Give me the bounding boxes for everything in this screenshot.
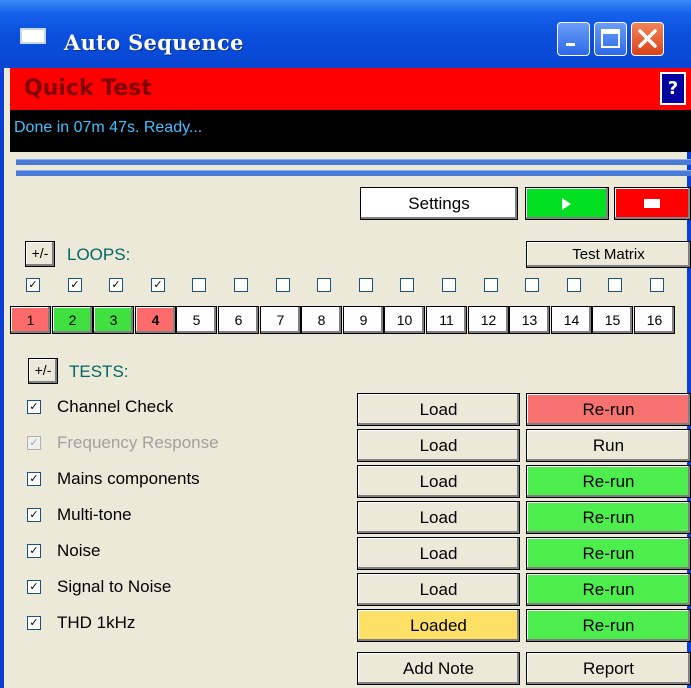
load-button[interactable]: Load (357, 393, 520, 426)
loop-button[interactable]: 1 (10, 306, 51, 334)
rerun-button[interactable]: Run (526, 429, 691, 462)
loop-button[interactable]: 5 (176, 306, 217, 334)
maximize-icon (601, 29, 620, 48)
loop-checkbox[interactable] (234, 278, 248, 292)
loop-button[interactable]: 10 (384, 306, 425, 334)
loop-checkbox[interactable]: ✓ (151, 278, 165, 292)
run-button[interactable] (525, 187, 609, 220)
load-button[interactable]: Load (357, 429, 520, 462)
loop-checkbox[interactable] (525, 278, 539, 292)
loop-button[interactable]: 16 (634, 306, 675, 334)
loop-button[interactable]: 2 (52, 306, 93, 334)
loop-button[interactable]: 9 (343, 306, 384, 334)
report-button[interactable]: Report (526, 652, 691, 685)
test-checkbox[interactable]: ✓ (27, 580, 41, 594)
play-icon (562, 198, 571, 210)
loop-checkbox[interactable] (567, 278, 581, 292)
minimize-button[interactable] (557, 22, 590, 56)
progress-bar-loop (16, 159, 691, 165)
window-icon (20, 28, 46, 44)
loop-checkbox[interactable] (276, 278, 290, 292)
test-name: Channel Check (57, 397, 174, 416)
close-button[interactable] (631, 22, 664, 56)
rerun-button[interactable]: Re-run (526, 465, 691, 498)
rerun-button[interactable]: Re-run (526, 609, 691, 642)
minimize-icon (566, 43, 575, 46)
test-checkbox[interactable]: ✓ (27, 472, 41, 486)
loop-button[interactable]: 11 (426, 306, 467, 334)
loop-button[interactable]: 8 (301, 306, 342, 334)
loop-button[interactable]: 15 (592, 306, 633, 334)
test-name: THD 1kHz (57, 613, 136, 632)
test-matrix-button[interactable]: Test Matrix (526, 241, 691, 268)
sequence-title: Quick Test (24, 76, 152, 101)
progress-bar-test (16, 170, 691, 176)
loop-checkbox[interactable]: ✓ (68, 278, 82, 292)
loop-button[interactable]: 7 (260, 306, 301, 334)
test-name: Multi-tone (57, 505, 132, 524)
test-checkbox[interactable]: ✓ (27, 544, 41, 558)
loop-checkbox[interactable] (192, 278, 206, 292)
tests-toggle-button[interactable]: +/- (28, 358, 58, 384)
close-icon (638, 29, 657, 48)
test-name: Frequency Response (57, 433, 219, 452)
test-name: Noise (57, 541, 101, 560)
window: Auto Sequence Quick Test ? Done in 07m 4… (0, 0, 691, 688)
loop-button[interactable]: 13 (509, 306, 550, 334)
test-checkbox[interactable]: ✓ (27, 400, 41, 414)
help-button[interactable]: ? (660, 72, 686, 105)
loop-checkbox[interactable] (650, 278, 664, 292)
window-title: Auto Sequence (64, 30, 244, 55)
load-button[interactable]: Load (357, 537, 520, 570)
test-name: Mains components (57, 469, 200, 488)
loop-checkbox[interactable] (484, 278, 498, 292)
loop-checkbox[interactable]: ✓ (26, 278, 40, 292)
rerun-button[interactable]: Re-run (526, 537, 691, 570)
title-bar[interactable]: Auto Sequence (0, 0, 691, 68)
loops-label: LOOPS: (67, 245, 131, 264)
test-checkbox[interactable]: ✓ (27, 508, 41, 522)
loop-checkbox[interactable] (400, 278, 414, 292)
loop-button[interactable]: 14 (551, 306, 592, 334)
load-button[interactable]: Load (357, 501, 520, 534)
loop-checkbox[interactable] (608, 278, 622, 292)
rerun-button[interactable]: Re-run (526, 393, 691, 426)
test-name: Signal to Noise (57, 577, 172, 596)
add-note-button[interactable]: Add Note (357, 652, 520, 685)
loop-checkbox[interactable] (442, 278, 456, 292)
loops-toggle-button[interactable]: +/- (25, 241, 55, 267)
loop-button[interactable]: 6 (218, 306, 259, 334)
loop-button[interactable]: 3 (93, 306, 134, 334)
test-checkbox[interactable]: ✓ (27, 436, 41, 450)
maximize-button[interactable] (594, 22, 627, 56)
loop-checkbox[interactable]: ✓ (109, 278, 123, 292)
load-button[interactable]: Load (357, 465, 520, 498)
stop-button[interactable] (614, 187, 691, 220)
settings-button[interactable]: Settings (360, 187, 518, 220)
tests-label: TESTS: (69, 362, 129, 381)
test-checkbox[interactable]: ✓ (27, 616, 41, 630)
loop-checkbox[interactable] (359, 278, 373, 292)
load-button[interactable]: Load (357, 573, 520, 606)
load-button[interactable]: Loaded (357, 609, 520, 642)
status-text: Done in 07m 47s. Ready... (14, 119, 203, 136)
loop-button[interactable]: 4 (135, 306, 176, 334)
stop-icon (644, 199, 660, 208)
rerun-button[interactable]: Re-run (526, 501, 691, 534)
rerun-button[interactable]: Re-run (526, 573, 691, 606)
loop-button[interactable]: 12 (468, 306, 509, 334)
loop-checkbox[interactable] (317, 278, 331, 292)
